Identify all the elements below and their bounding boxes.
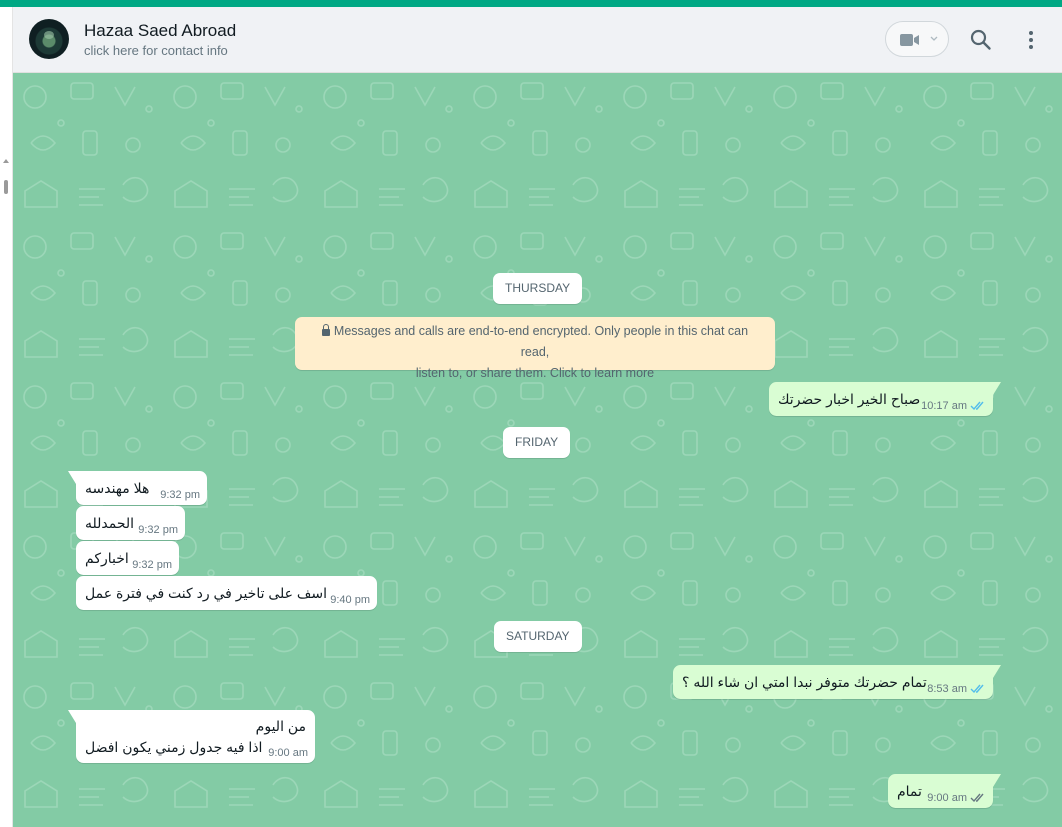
message-time: 9:40 pm [330,594,370,606]
video-call-button[interactable] [885,21,949,57]
encryption-notice-line1: Messages and calls are end-to-end encryp… [333,324,749,359]
message-incoming[interactable]: اخباركم 9:32 pm [76,541,179,575]
lock-icon [321,324,330,336]
double-check-icon [970,401,984,411]
message-text: اخباركم [85,550,129,566]
message-incoming[interactable]: من اليوم اذا فيه جدول زمني يكون افضل 9:0… [68,710,315,763]
contact-avatar[interactable] [29,19,69,59]
chat-header[interactable]: Hazaa Saed Abroad click here for contact… [13,7,1062,73]
message-text: الحمدلله [85,515,135,531]
message-time: 9:00 am [268,747,308,759]
search-icon[interactable] [968,27,994,53]
message-outgoing[interactable]: تمام 9:00 am [888,774,1001,808]
date-divider-thursday: THURSDAY [493,273,583,304]
chevron-down-icon [930,36,938,41]
video-camera-icon [900,34,919,46]
message-time: 9:32 pm [132,559,172,571]
app-top-accent-bar [0,0,1062,7]
message-text: صباح الخير اخبار حضرتك [778,391,921,407]
contact-name[interactable]: Hazaa Saed Abroad [84,21,236,41]
message-meta: 8:53 am [927,683,986,695]
conversation-panel[interactable]: THURSDAY Messages and calls are end-to-e… [13,73,1062,827]
message-outgoing[interactable]: تمام حضرتك متوفر نبدا امتي ان شاء الله ؟… [673,665,1001,699]
message-text-line1: من اليوم [255,718,306,734]
date-divider-saturday: SATURDAY [494,621,582,652]
message-text: تمام [897,783,922,799]
encryption-notice[interactable]: Messages and calls are end-to-end encryp… [295,317,775,380]
message-time: 8:53 am [927,683,967,695]
message-time: 9:32 pm [160,489,200,501]
message-incoming[interactable]: هلا مهندسه 9:32 pm [68,471,207,505]
message-text: اسف على تاخير في رد كنت في فترة عمل [85,585,328,601]
encryption-notice-line2: listen to, or share them. Click to learn… [415,366,655,380]
message-text-line2: اذا فيه جدول زمني يكون افضل [85,739,263,755]
message-text: هلا مهندسه [85,480,150,496]
scrollbar-thumb[interactable] [4,180,8,194]
message-meta: 10:17 am [921,400,986,412]
date-divider-friday: FRIDAY [503,427,571,458]
message-time: 9:32 pm [138,524,178,536]
message-incoming[interactable]: اسف على تاخير في رد كنت في فترة عمل 9:40… [76,576,377,610]
message-time: 10:17 am [921,400,967,412]
contact-info-hint[interactable]: click here for contact info [84,43,228,58]
message-time: 9:00 am [927,792,967,804]
message-meta: 9:00 am [927,792,986,804]
message-text: تمام حضرتك متوفر نبدا امتي ان شاء الله ؟ [682,674,927,690]
message-outgoing[interactable]: صباح الخير اخبار حضرتك 10:17 am [769,382,1001,416]
message-incoming[interactable]: الحمدلله 9:32 pm [76,506,185,540]
kebab-menu-icon[interactable] [1021,27,1041,53]
sidebar-scrollbar[interactable] [0,7,13,827]
double-check-icon [970,684,984,694]
double-check-icon [970,793,984,803]
scroll-up-arrow-icon[interactable] [3,159,9,163]
